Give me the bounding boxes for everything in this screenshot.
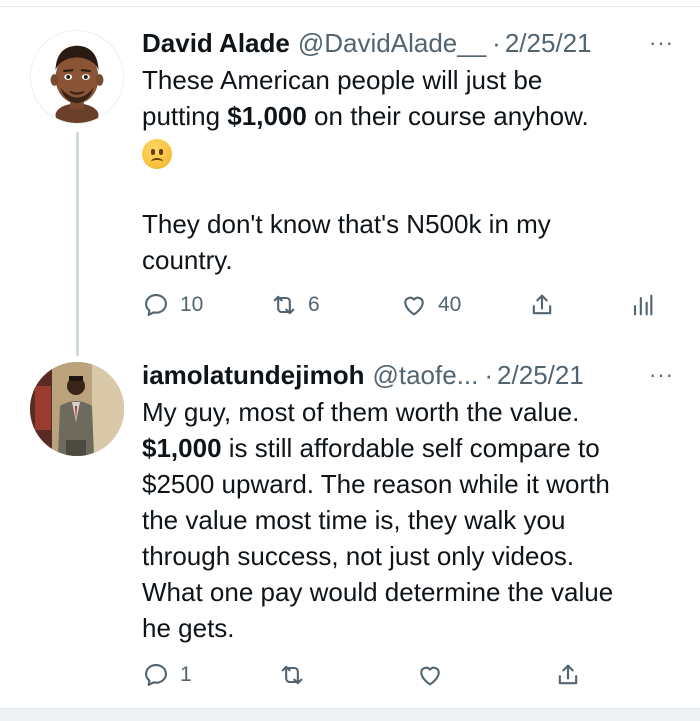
tweet-actions: 1 [142,660,662,690]
reply-button[interactable]: 1 [142,660,192,690]
retweet-icon [281,665,303,685]
user-handle[interactable]: @taofe... [372,360,478,391]
tweet-text-line: the value most time is, they walk you [142,505,566,535]
bottom-divider [0,708,700,721]
like-button[interactable]: 40 [400,290,461,320]
text-segment: on their course anyhow. [306,101,589,131]
user-handle[interactable]: @DavidAlade__ [298,28,486,59]
tweet-text-line: he gets. [142,613,235,643]
share-icon [532,294,552,315]
tweet-actions: 10 6 40 [142,290,662,320]
reply-button[interactable]: 10 [142,290,203,320]
retweet-icon [273,295,295,315]
text-segment: is still affordable self compare to [221,433,600,463]
avatar[interactable] [30,362,124,456]
more-options-icon[interactable]: ··· [649,362,674,388]
like-count: 40 [438,293,462,316]
retweet-button[interactable]: 6 [270,290,320,320]
text-segment: putting [142,101,228,131]
analytics-icon [633,294,653,316]
reply-icon [145,294,167,316]
display-name[interactable]: David Alade [142,28,290,59]
share-button[interactable] [528,290,556,320]
tweet-text: These American people will just be putti… [142,62,682,278]
more-options-icon[interactable]: ··· [649,30,674,56]
tweet-date[interactable]: 2/25/21 [505,28,592,59]
tweet-header: David Alade @DavidAlade__ · 2/25/21 [142,26,592,60]
separator-dot: · [484,359,494,390]
avatar[interactable] [30,30,124,124]
frowning-face-icon [142,139,172,170]
tweet-text-line: These American people will just be [142,65,543,95]
tweet-text-line: country. [142,245,233,275]
user-photo-icon [30,362,124,456]
tweet-text-line: $2500 upward. The reason while it worth [142,469,610,499]
display-name[interactable]: iamolatundejimoh [142,360,364,391]
reply-count: 10 [180,293,204,316]
separator-dot: · [492,27,501,58]
tweet-text-line: My guy, most of them worth the value. [142,397,580,427]
tweet-date[interactable]: 2/25/21 [497,360,584,391]
tweet-text-line: through success, not just only videos. [142,541,575,571]
retweet-button[interactable] [278,660,306,690]
tweet-text-line: They don't know that's N500k in my [142,209,551,239]
share-button[interactable] [554,660,582,690]
tweet-header: iamolatundejimoh @taofe... · 2/25/21 [142,358,584,392]
analytics-button[interactable] [628,290,656,320]
heart-icon [420,666,440,686]
retweet-count: 6 [308,293,320,316]
tweet-text: My guy, most of them worth the value. $1… [142,394,682,646]
tweet-text-line: putting $1,000 on their course anyhow. [142,98,682,134]
text-amount: $1,000 [227,101,307,131]
like-button[interactable] [416,660,444,690]
share-icon [558,664,578,685]
top-divider [0,6,700,7]
tweet-text-line: What one pay would determine the value [142,577,614,607]
tweet-text-line: $1,000 is still affordable self compare … [142,430,682,466]
memoji-avatar-icon [50,45,104,123]
heart-icon [404,296,424,316]
text-amount: $1,000 [142,433,222,463]
thread-connector-line [76,132,79,356]
reply-count: 1 [180,663,192,686]
reply-icon [145,664,167,686]
